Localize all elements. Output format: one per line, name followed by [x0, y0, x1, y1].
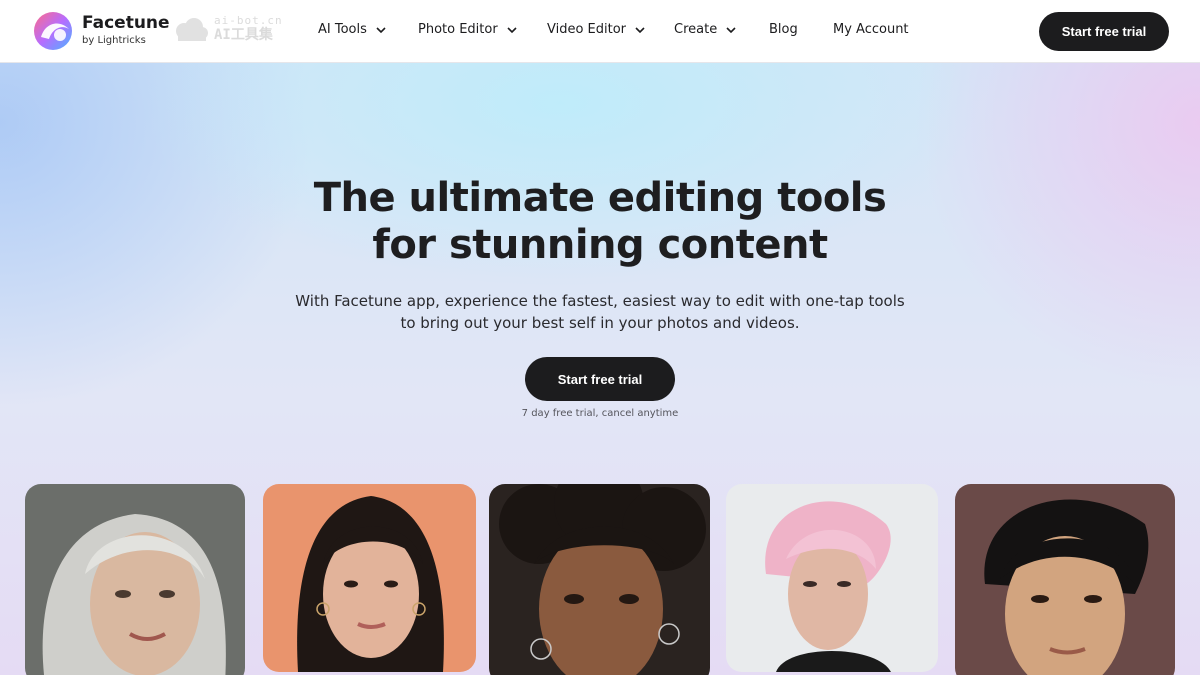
portrait-card-4 [726, 484, 938, 672]
portrait-card-1 [25, 484, 245, 675]
hero-subtitle: With Facetune app, experience the fastes… [0, 290, 1200, 334]
nav-ai-tools[interactable]: AI Tools [318, 22, 387, 37]
watermark-label: AI工具集 [214, 27, 273, 43]
nav-video-editor-label: Video Editor [547, 22, 627, 37]
chevron-down-icon [376, 26, 386, 33]
hero-title: The ultimate editing tools for stunning … [0, 175, 1200, 269]
nav-blog[interactable]: Blog [769, 22, 798, 37]
chevron-down-icon [635, 26, 645, 33]
nav-my-account-label: My Account [833, 22, 909, 37]
hero-title-line-1: The ultimate editing tools [313, 175, 887, 221]
hero-subtitle-line-1: With Facetune app, experience the fastes… [295, 292, 905, 310]
portrait-card-5 [955, 484, 1175, 675]
brand-name: Facetune [82, 13, 170, 33]
watermark: ai-bot.cn AI工具集 [170, 15, 283, 43]
portrait-dark-hair-man-image [955, 484, 1175, 675]
nav-ai-tools-label: AI Tools [318, 22, 367, 37]
nav-my-account[interactable]: My Account [833, 22, 909, 37]
top-navigation-bar: Facetune by Lightricks ai-bot.cn AI工具集 A… [0, 0, 1200, 63]
facetune-logo-icon [31, 11, 75, 51]
nav-video-editor[interactable]: Video Editor [547, 22, 646, 37]
nav-photo-editor-label: Photo Editor [418, 22, 498, 37]
hero-title-line-2: for stunning content [372, 222, 828, 268]
chevron-down-icon [726, 26, 736, 33]
nav-photo-editor[interactable]: Photo Editor [418, 22, 518, 37]
nav-create-label: Create [674, 22, 718, 37]
portrait-card-3 [489, 484, 710, 675]
facetune-logo-link[interactable]: Facetune by Lightricks [31, 11, 170, 51]
hero-start-free-trial-button[interactable]: Start free trial [525, 357, 675, 401]
watermark-cloud-icon [176, 18, 208, 41]
trial-note: 7 day free trial, cancel anytime [521, 408, 679, 419]
hero-section: The ultimate editing tools for stunning … [0, 63, 1200, 675]
portrait-card-2 [263, 484, 476, 672]
portrait-silver-hair-woman-image [25, 484, 245, 675]
nav-create[interactable]: Create [674, 22, 737, 37]
brand-subtitle: by Lightricks [82, 35, 146, 46]
nav-blog-label: Blog [769, 22, 798, 37]
watermark-url: ai-bot.cn [214, 14, 283, 27]
chevron-down-icon [507, 26, 517, 33]
portrait-pink-hair-person-image [726, 484, 938, 672]
header-start-free-trial-button[interactable]: Start free trial [1039, 12, 1169, 51]
portrait-curly-hair-woman-image [489, 484, 710, 675]
portrait-dark-hair-woman-image [263, 484, 476, 672]
hero-subtitle-line-2: to bring out your best self in your phot… [400, 314, 800, 332]
